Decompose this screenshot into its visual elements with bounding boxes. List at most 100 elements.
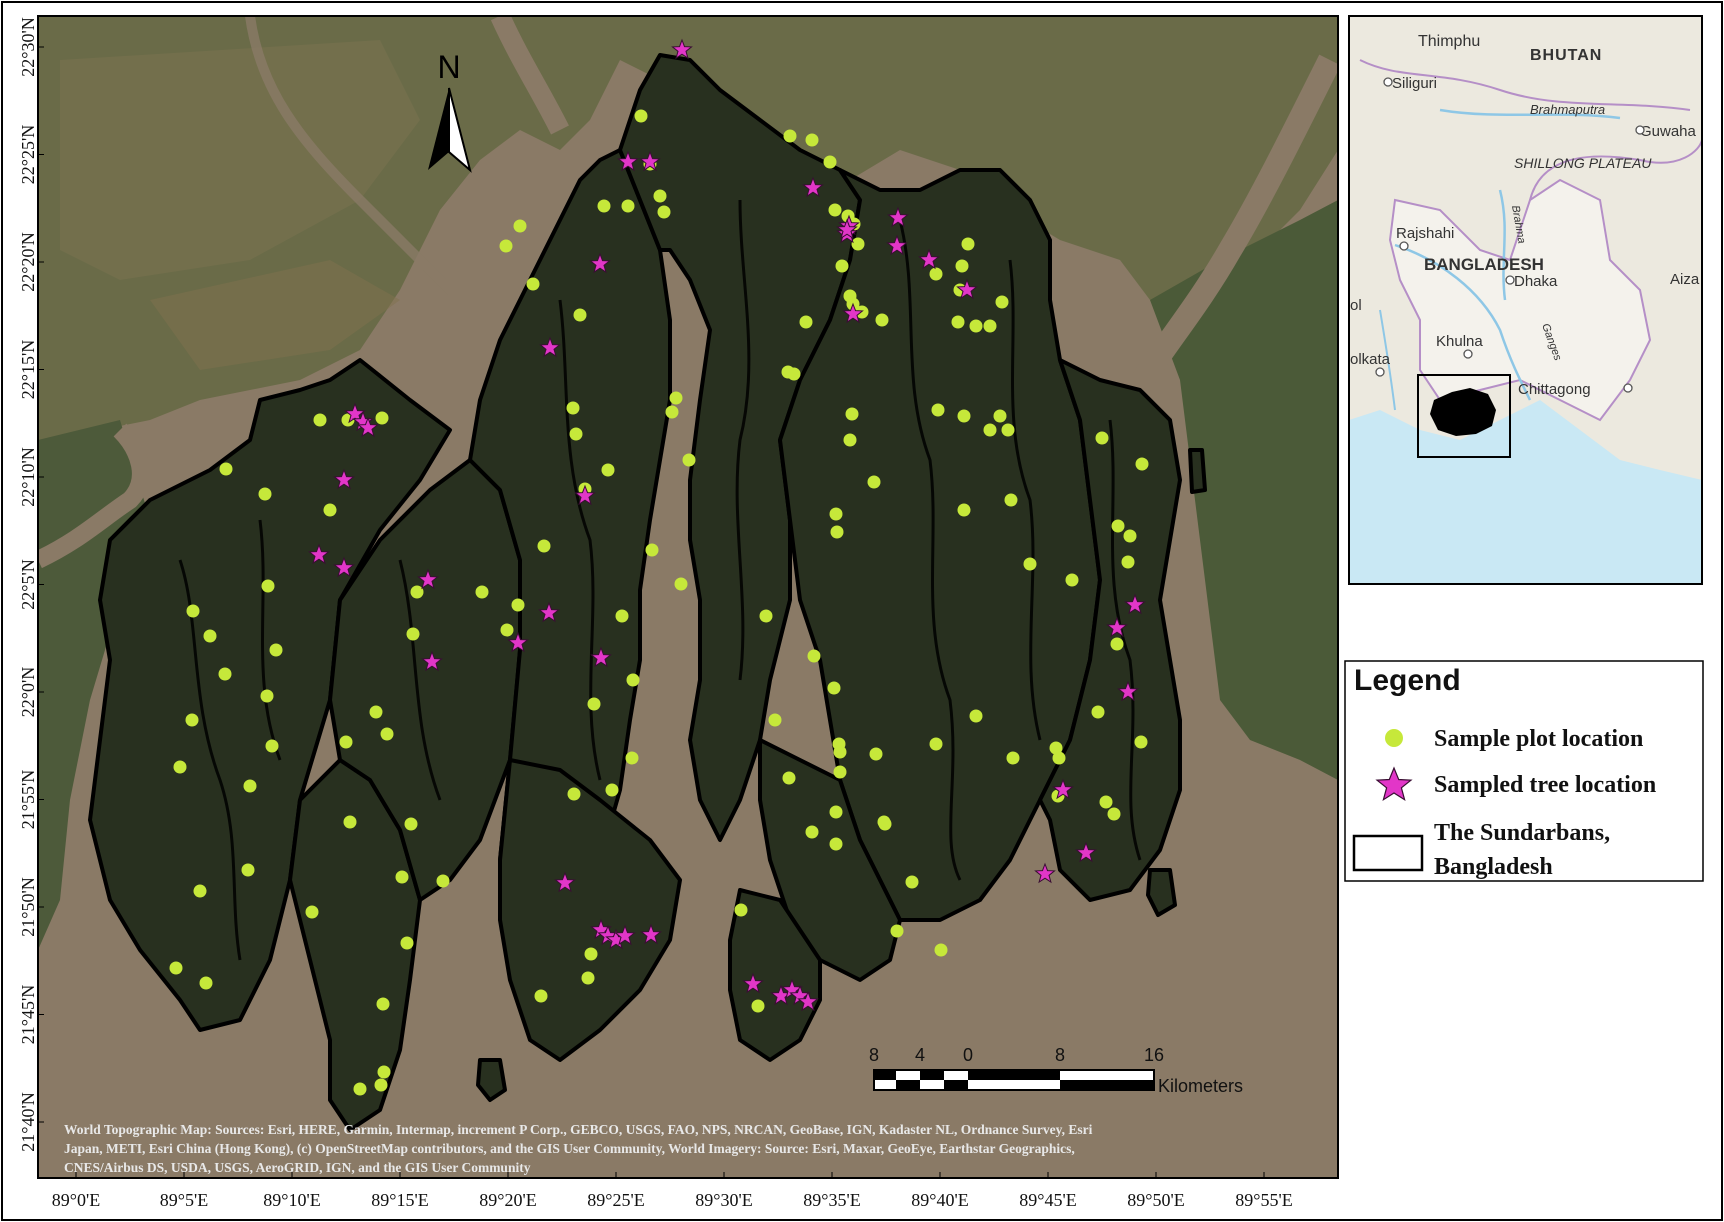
sample-plot-point[interactable] bbox=[353, 1082, 367, 1096]
sample-plot-point[interactable] bbox=[983, 423, 997, 437]
sample-plot-point[interactable] bbox=[969, 709, 983, 723]
sample-plot-point[interactable] bbox=[261, 579, 275, 593]
sample-plot-point[interactable] bbox=[877, 815, 891, 829]
sample-plot-point[interactable] bbox=[759, 609, 773, 623]
sample-plot-point[interactable] bbox=[569, 427, 583, 441]
sample-plot-point[interactable] bbox=[669, 391, 683, 405]
sample-plot-point[interactable] bbox=[929, 737, 943, 751]
sample-plot-point[interactable] bbox=[169, 961, 183, 975]
sample-plot-point[interactable] bbox=[1091, 705, 1105, 719]
sample-plot-point[interactable] bbox=[829, 837, 843, 851]
sample-plot-point[interactable] bbox=[1004, 493, 1018, 507]
sample-plot-point[interactable] bbox=[929, 267, 943, 281]
sample-plot-point[interactable] bbox=[258, 487, 272, 501]
sample-plot-point[interactable] bbox=[657, 205, 671, 219]
sample-plot-point[interactable] bbox=[374, 1078, 388, 1092]
sample-plot-point[interactable] bbox=[934, 943, 948, 957]
sample-plot-point[interactable] bbox=[375, 411, 389, 425]
sample-plot-point[interactable] bbox=[406, 627, 420, 641]
sample-plot-point[interactable] bbox=[995, 295, 1009, 309]
sample-plot-point[interactable] bbox=[957, 409, 971, 423]
sample-plot-point[interactable] bbox=[828, 203, 842, 217]
sample-plot-point[interactable] bbox=[827, 681, 841, 695]
sample-plot-point[interactable] bbox=[305, 905, 319, 919]
sample-plot-point[interactable] bbox=[193, 884, 207, 898]
sample-plot-point[interactable] bbox=[369, 705, 383, 719]
sample-plot-point[interactable] bbox=[835, 259, 849, 273]
sample-plot-point[interactable] bbox=[955, 259, 969, 273]
main-map[interactable]: World Topographic Map: Sources: Esri, HE… bbox=[38, 16, 1338, 1178]
sample-plot-point[interactable] bbox=[601, 463, 615, 477]
sample-plot-point[interactable] bbox=[241, 863, 255, 877]
sample-plot-point[interactable] bbox=[799, 315, 813, 329]
sample-plot-point[interactable] bbox=[500, 623, 514, 637]
sample-plot-point[interactable] bbox=[969, 319, 983, 333]
sample-plot-point[interactable] bbox=[951, 315, 965, 329]
sample-plot-point[interactable] bbox=[829, 507, 843, 521]
sample-plot-point[interactable] bbox=[653, 189, 667, 203]
sample-plot-point[interactable] bbox=[615, 609, 629, 623]
sample-plot-point[interactable] bbox=[573, 308, 587, 322]
sample-plot-point[interactable] bbox=[783, 129, 797, 143]
sample-plot-point[interactable] bbox=[567, 787, 581, 801]
sample-plot-point[interactable] bbox=[634, 109, 648, 123]
sample-plot-point[interactable] bbox=[199, 976, 213, 990]
sample-plot-point[interactable] bbox=[404, 817, 418, 831]
sample-plot-point[interactable] bbox=[830, 525, 844, 539]
sample-plot-point[interactable] bbox=[436, 874, 450, 888]
sample-plot-point[interactable] bbox=[805, 133, 819, 147]
sample-plot-point[interactable] bbox=[218, 667, 232, 681]
sample-plot-point[interactable] bbox=[626, 673, 640, 687]
sample-plot-point[interactable] bbox=[851, 237, 865, 251]
sample-plot-point[interactable] bbox=[625, 751, 639, 765]
sample-plot-point[interactable] bbox=[1110, 637, 1124, 651]
sample-plot-point[interactable] bbox=[1123, 529, 1137, 543]
sample-plot-point[interactable] bbox=[843, 433, 857, 447]
sample-plot-point[interactable] bbox=[833, 745, 847, 759]
sample-plot-point[interactable] bbox=[961, 237, 975, 251]
sample-plot-point[interactable] bbox=[1095, 431, 1109, 445]
sample-plot-point[interactable] bbox=[313, 413, 327, 427]
sample-plot-point[interactable] bbox=[1006, 751, 1020, 765]
sample-plot-point[interactable] bbox=[829, 805, 843, 819]
sample-plot-point[interactable] bbox=[380, 727, 394, 741]
sample-plot-point[interactable] bbox=[534, 989, 548, 1003]
sample-plot-point[interactable] bbox=[845, 407, 859, 421]
sample-plot-point[interactable] bbox=[1099, 795, 1113, 809]
sample-plot-point[interactable] bbox=[499, 239, 513, 253]
sample-plot-point[interactable] bbox=[323, 503, 337, 517]
sample-plot-point[interactable] bbox=[605, 783, 619, 797]
sample-plot-point[interactable] bbox=[931, 403, 945, 417]
sample-plot-point[interactable] bbox=[1052, 751, 1066, 765]
sample-plot-point[interactable] bbox=[511, 598, 525, 612]
sample-plot-point[interactable] bbox=[566, 401, 580, 415]
sample-plot-point[interactable] bbox=[734, 903, 748, 917]
sample-plot-point[interactable] bbox=[186, 604, 200, 618]
sample-plot-point[interactable] bbox=[377, 1065, 391, 1079]
sample-plot-point[interactable] bbox=[343, 815, 357, 829]
sample-plot-point[interactable] bbox=[983, 319, 997, 333]
sample-plot-point[interactable] bbox=[185, 713, 199, 727]
sample-plot-point[interactable] bbox=[395, 870, 409, 884]
sample-plot-point[interactable] bbox=[1065, 573, 1079, 587]
sample-plot-point[interactable] bbox=[400, 936, 414, 950]
sample-plot-point[interactable] bbox=[768, 713, 782, 727]
sample-plot-point[interactable] bbox=[833, 765, 847, 779]
sample-plot-point[interactable] bbox=[265, 739, 279, 753]
sample-plot-point[interactable] bbox=[805, 825, 819, 839]
sample-plot-point[interactable] bbox=[526, 277, 540, 291]
sample-plot-point[interactable] bbox=[993, 409, 1007, 423]
sample-plot-point[interactable] bbox=[807, 649, 821, 663]
sample-plot-point[interactable] bbox=[869, 747, 883, 761]
sample-plot-point[interactable] bbox=[823, 155, 837, 169]
sample-plot-point[interactable] bbox=[1111, 519, 1125, 533]
sample-plot-point[interactable] bbox=[587, 697, 601, 711]
sample-plot-point[interactable] bbox=[674, 577, 688, 591]
sample-plot-point[interactable] bbox=[1134, 735, 1148, 749]
sample-plot-point[interactable] bbox=[665, 405, 679, 419]
sample-plot-point[interactable] bbox=[1107, 807, 1121, 821]
sample-plot-point[interactable] bbox=[376, 997, 390, 1011]
sample-plot-point[interactable] bbox=[513, 219, 527, 233]
sample-plot-point[interactable] bbox=[1121, 555, 1135, 569]
sample-plot-point[interactable] bbox=[475, 585, 489, 599]
